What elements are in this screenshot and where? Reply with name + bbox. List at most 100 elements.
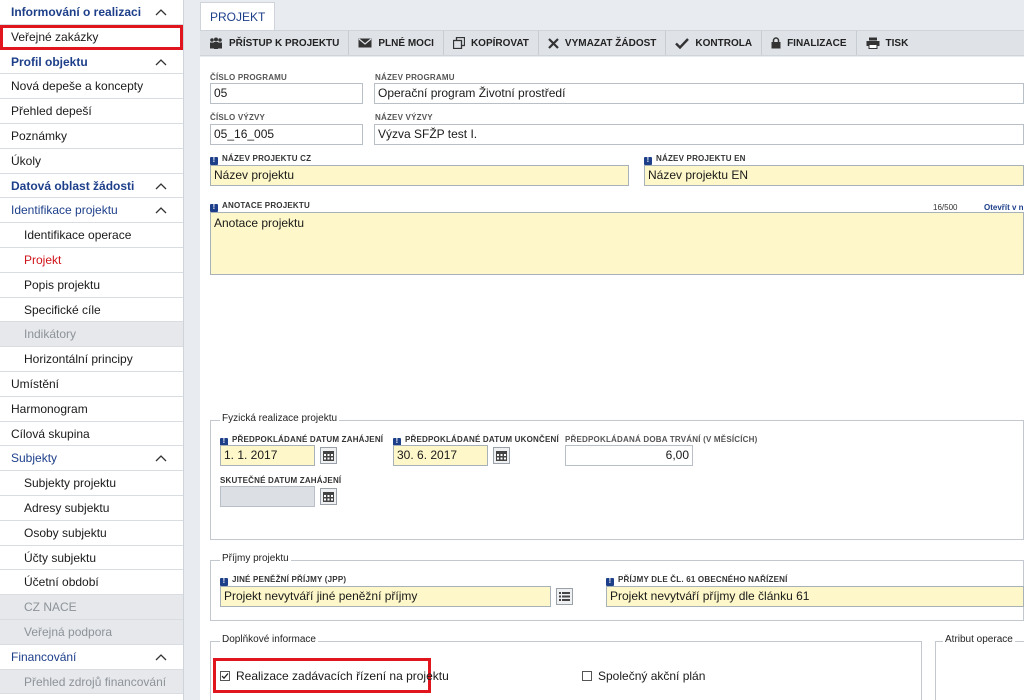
sidebar-item-prehled-depesi[interactable]: Přehled depeší (0, 99, 183, 124)
jine-prijmy-label-text: JINÉ PENĚŽNÍ PŘÍJMY (JPP) (232, 575, 347, 584)
nazev-vyzvy-field[interactable]: Výzva SFŽP test I. (374, 124, 1024, 145)
sidebar-item-popis-projektu[interactable]: Popis projektu (0, 273, 183, 298)
sidebar-item-cz-nace: CZ NACE (0, 595, 183, 620)
sidebar-item-label: Veřejná podpora (24, 624, 113, 639)
calendar-icon (496, 451, 507, 461)
cislo-programu-field[interactable]: 05 (210, 83, 363, 104)
app: Informování o realizaci Veřejné zakázky … (0, 0, 1024, 700)
prijmy-cl61-field[interactable]: Projekt nevytváří příjmy dle článku 61 (606, 586, 1024, 607)
x-icon (548, 37, 559, 49)
sidebar-item-label: Identifikace projektu (11, 203, 118, 218)
sidebar-item-ucty-subjektu[interactable]: Účty subjektu (0, 546, 183, 571)
doba-trvani-field[interactable]: 6,00 (565, 445, 693, 466)
cislo-vyzvy-label: ČÍSLO VÝZVY (210, 113, 266, 122)
sidebar-item-label: Subjekty projektu (24, 476, 117, 491)
sidebar-item-datova-oblast[interactable]: Datová oblast žádosti (0, 174, 183, 199)
nazev-projektu-en-field[interactable]: Název projektu EN (644, 165, 1024, 186)
jine-prijmy-field[interactable]: Projekt nevytváří jiné peněžní příjmy (220, 586, 551, 607)
sidebar-item-ukoly[interactable]: Úkoly (0, 149, 183, 174)
sidebar-item-informovani[interactable]: Informování o realizaci (0, 0, 183, 25)
calendar-button[interactable] (320, 447, 337, 464)
toolbar-button-label: PLNÉ MOCI (378, 37, 434, 49)
sidebar-item-label: CZ NACE (24, 600, 77, 615)
anotace-label-text: ANOTACE PROJEKTU (222, 201, 310, 210)
sidebar-item-identifikace-operace[interactable]: Identifikace operace (0, 223, 183, 248)
chevron-up-icon[interactable] (155, 206, 167, 214)
sidebar-item-label: Specifické cíle (24, 302, 101, 317)
list-picker-button[interactable] (556, 588, 573, 605)
skutecne-datum-label: SKUTEČNÉ DATUM ZAHÁJENÍ (220, 476, 342, 485)
pristup-k-projektu-button[interactable]: PŘÍSTUP K PROJEKTU (200, 31, 350, 55)
toolbar-button-label: PŘÍSTUP K PROJEKTU (229, 37, 340, 49)
datum-ukonceni-label-text: PŘEDPOKLÁDANÉ DATUM UKONČENÍ (405, 435, 559, 444)
toolbar: PŘÍSTUP K PROJEKTU PLNÉ MOCI KOPÍROVAT V… (200, 30, 1024, 56)
sidebar-item-label: Popis projektu (24, 277, 101, 292)
vymazat-zadost-button[interactable]: VYMAZAT ŽÁDOST (539, 31, 667, 55)
sidebar-item-label: Přehled depeší (11, 104, 92, 119)
sidebar-item-nova-depese[interactable]: Nová depeše a koncepty (0, 74, 183, 100)
chevron-up-icon[interactable] (155, 182, 167, 190)
realizace-zr-label[interactable]: Realizace zadávacích řízení na projektu (236, 669, 449, 683)
sidebar-item-profil-objektu[interactable]: Profil objektu (0, 50, 183, 75)
datum-zahajeni-field[interactable]: 1. 1. 2017 (220, 445, 315, 466)
sidebar: Informování o realizaci Veřejné zakázky … (0, 0, 184, 700)
chevron-up-icon[interactable] (155, 653, 167, 661)
sidebar-item-label: Adresy subjektu (24, 500, 110, 515)
spolecny-plan-checkbox[interactable] (582, 671, 592, 681)
toolbar-button-label: FINALIZACE (787, 37, 847, 49)
sidebar-item-label: Datová oblast žádosti (11, 178, 135, 193)
nazev-projektu-cz-field[interactable]: Název projektu (210, 165, 629, 186)
sidebar-item-label: Veřejné zakázky (11, 29, 99, 44)
calendar-button[interactable] (493, 447, 510, 464)
main-panel: PROJEKT PŘÍSTUP K PROJEKTU PLNÉ MOCI KOP… (200, 0, 1024, 700)
sidebar-item-label: Indikátory (24, 327, 77, 342)
sidebar-item-ucetni-obdobi[interactable]: Účetní období (0, 570, 183, 596)
toolbar-button-label: VYMAZAT ŽÁDOST (564, 37, 657, 49)
sidebar-item-label: Identifikace operace (24, 228, 132, 243)
tisk-button[interactable]: TISK (857, 31, 918, 55)
sidebar-item-projekt[interactable]: Projekt (0, 248, 183, 273)
chevron-up-icon[interactable] (155, 58, 167, 66)
required-icon: ! (644, 157, 652, 165)
plne-moci-button[interactable]: PLNÉ MOCI (349, 31, 444, 55)
sidebar-item-subjekty-projektu[interactable]: Subjekty projektu (0, 471, 183, 496)
users-icon (210, 37, 222, 49)
chevron-up-icon[interactable] (155, 454, 167, 462)
calendar-button[interactable] (320, 488, 337, 505)
toolbar-button-label: KONTROLA (695, 37, 753, 49)
nazev-projektu-cz-label: ! NÁZEV PROJEKTU CZ (210, 154, 311, 165)
datum-ukonceni-field[interactable]: 30. 6. 2017 (393, 445, 488, 466)
sidebar-item-identifikace-projektu[interactable]: Identifikace projektu (0, 198, 183, 224)
list-icon (559, 592, 570, 601)
required-icon: ! (220, 578, 228, 586)
spolecny-plan-label[interactable]: Společný akční plán (598, 669, 705, 683)
sidebar-item-specificke-cile[interactable]: Specifické cíle (0, 298, 183, 323)
required-icon: ! (210, 204, 218, 212)
sidebar-item-label: Úkoly (11, 153, 42, 168)
datum-zahajeni-label-text: PŘEDPOKLÁDANÉ DATUM ZAHÁJENÍ (232, 435, 384, 444)
nazev-programu-label: NÁZEV PROGRAMU (375, 73, 455, 82)
tab-projekt[interactable]: PROJEKT (200, 2, 276, 30)
sidebar-item-label: Poznámky (11, 128, 68, 143)
open-in-new-window-link[interactable]: Otevřít v n (984, 203, 1024, 212)
sidebar-item-horizontalni-principy[interactable]: Horizontální principy (0, 347, 183, 372)
kontrola-button[interactable]: KONTROLA (666, 31, 763, 55)
doplnkove-legend: Doplňkové informace (220, 634, 318, 645)
sidebar-item-poznamky[interactable]: Poznámky (0, 124, 183, 149)
nazev-programu-field[interactable]: Operační program Životní prostředí (374, 83, 1024, 104)
sidebar-item-cilova-skupina[interactable]: Cílová skupina (0, 422, 183, 447)
chevron-up-icon[interactable] (155, 8, 167, 16)
sidebar-item-osoby-subjektu[interactable]: Osoby subjektu (0, 521, 183, 546)
kopirovat-button[interactable]: KOPÍROVAT (444, 31, 539, 55)
sidebar-item-financovani[interactable]: Financování (0, 645, 183, 670)
finalizace-button[interactable]: FINALIZACE (762, 31, 857, 55)
sidebar-item-verejne-zakazky[interactable]: Veřejné zakázky (0, 24, 183, 50)
sidebar-item-adresy-subjektu[interactable]: Adresy subjektu (0, 496, 183, 521)
sidebar-item-umisteni[interactable]: Umístění (0, 372, 183, 397)
realizace-zr-checkbox[interactable] (220, 671, 230, 681)
sidebar-item-harmonogram[interactable]: Harmonogram (0, 397, 183, 422)
cislo-vyzvy-field[interactable]: 05_16_005 (210, 124, 363, 145)
sidebar-item-subjekty[interactable]: Subjekty (0, 446, 183, 472)
toolbar-button-label: KOPÍROVAT (470, 37, 529, 49)
anotace-textarea[interactable]: Anotace projektu (210, 212, 1024, 275)
